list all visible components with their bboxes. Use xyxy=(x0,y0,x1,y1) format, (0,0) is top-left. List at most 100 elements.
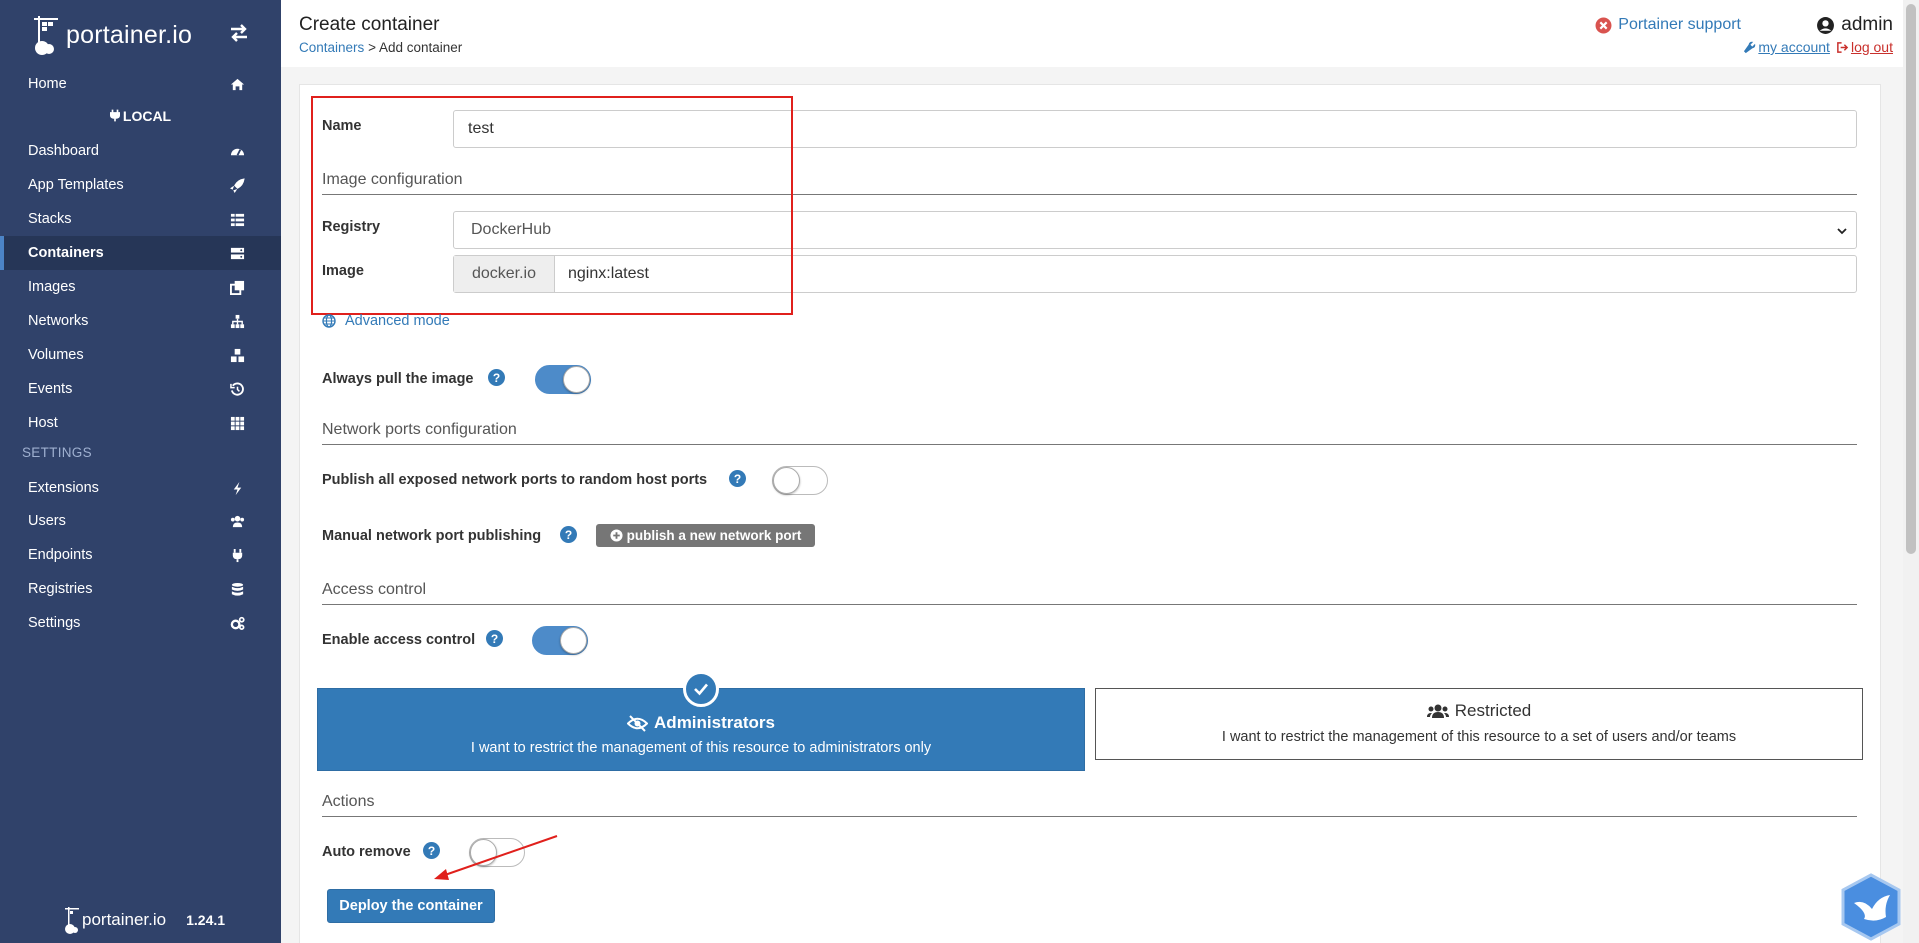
brand[interactable]: portainer.io xyxy=(28,10,192,60)
sidebar-item-images[interactable]: Images xyxy=(0,270,281,304)
toggle-knob xyxy=(563,366,590,393)
image-label: Image xyxy=(322,263,364,279)
toggle-knob xyxy=(773,467,800,494)
auto-remove-toggle[interactable] xyxy=(469,838,525,867)
breadcrumb-separator: > xyxy=(368,40,376,55)
bird-widget-icon[interactable] xyxy=(1840,873,1902,941)
registry-select[interactable]: DockerHub xyxy=(453,211,1857,249)
sidebar-item-label: Home xyxy=(28,76,67,92)
times-circle-icon xyxy=(1595,17,1612,33)
publish-all-toggle[interactable] xyxy=(772,466,828,495)
svg-text:?: ? xyxy=(565,528,572,542)
user-circle-icon xyxy=(1817,16,1835,34)
sidebar-item-label: Users xyxy=(28,513,66,529)
plug-icon xyxy=(109,109,120,122)
sidebar-item-endpoints[interactable]: Endpoints xyxy=(0,538,281,572)
plus-circle-icon xyxy=(610,529,623,542)
clone-icon xyxy=(230,280,245,295)
breadcrumb-current: Add container xyxy=(378,40,463,55)
image-registry-prefix: docker.io xyxy=(454,256,555,292)
globe-icon xyxy=(322,314,336,328)
publish-port-button[interactable]: publish a new network port xyxy=(596,524,815,547)
my-account-link[interactable]: my account xyxy=(1743,39,1830,55)
question-circle-icon[interactable]: ? xyxy=(486,630,503,647)
page-header: Create container Containers > Add contai… xyxy=(281,0,1903,67)
deploy-container-button[interactable]: Deploy the container xyxy=(327,889,495,923)
question-circle-icon[interactable]: ? xyxy=(488,369,505,386)
svg-text:?: ? xyxy=(491,632,498,646)
sidebar-item-networks[interactable]: Networks xyxy=(0,304,281,338)
sidebar-item-stacks[interactable]: Stacks xyxy=(0,202,281,236)
sidebar-item-label: Settings xyxy=(28,615,81,631)
sidebar-item-label: Extensions xyxy=(28,480,99,496)
svg-text:?: ? xyxy=(493,371,500,385)
cubes-icon xyxy=(230,348,245,363)
th-icon xyxy=(230,416,245,431)
create-container-form: Name test Image configuration Registry D… xyxy=(299,84,1881,943)
question-circle-icon[interactable]: ? xyxy=(423,842,440,859)
sidebar-item-extensions[interactable]: Extensions xyxy=(0,471,281,505)
settings-heading: SETTINGS xyxy=(22,445,92,460)
sidebar-item-label: Events xyxy=(28,381,73,397)
plug-icon xyxy=(232,548,243,563)
sidebar-item-dashboard[interactable]: Dashboard xyxy=(0,134,281,168)
network-ports-title: Network ports configuration xyxy=(322,421,1857,445)
sidebar-item-volumes[interactable]: Volumes xyxy=(0,338,281,372)
sidebar-item-label: Networks xyxy=(28,313,89,329)
enable-access-toggle[interactable] xyxy=(532,626,588,655)
sidebar-item-events[interactable]: Events xyxy=(0,372,281,406)
wrench-icon xyxy=(1744,41,1756,53)
administrators-title: Administrators xyxy=(318,713,1084,733)
cogs-icon xyxy=(230,616,245,630)
sidebar-item-app-templates[interactable]: App Templates xyxy=(0,168,281,202)
sidebar: portainer.io Home LOCAL Dashboard App Te… xyxy=(0,0,281,943)
page-scrollbar[interactable] xyxy=(1903,0,1919,943)
sidebar-item-label: Volumes xyxy=(28,347,84,363)
breadcrumb-containers-link[interactable]: Containers xyxy=(299,40,364,55)
registry-label: Registry xyxy=(322,219,381,235)
sidebar-item-label: Registries xyxy=(28,581,93,597)
scrollbar-thumb[interactable] xyxy=(1906,4,1916,554)
eye-slash-icon xyxy=(627,714,649,732)
image-input[interactable]: nginx:latest xyxy=(555,256,1856,292)
check-icon xyxy=(683,671,719,707)
name-label: Name xyxy=(322,118,362,134)
question-circle-icon[interactable]: ? xyxy=(560,526,577,543)
th-list-icon xyxy=(230,213,245,227)
sidebar-item-label: Containers xyxy=(28,245,104,261)
sidebar-item-home[interactable]: Home xyxy=(0,67,281,101)
user-display: admin xyxy=(1816,14,1893,36)
page-title: Create container xyxy=(299,14,440,35)
portainer-logo-icon xyxy=(34,16,58,55)
advanced-mode-link[interactable]: Advanced mode xyxy=(322,313,450,329)
always-pull-toggle[interactable] xyxy=(535,365,591,394)
support-label: Portainer support xyxy=(1618,16,1741,33)
environment-heading: LOCAL xyxy=(0,108,281,124)
restricted-option[interactable]: Restricted I want to restrict the manage… xyxy=(1095,688,1863,760)
sidebar-item-label: Host xyxy=(28,415,58,431)
sitemap-icon xyxy=(230,314,245,329)
users-icon xyxy=(1426,704,1449,718)
enable-access-label: Enable access control xyxy=(322,632,476,648)
header-links: my account log out xyxy=(1743,39,1893,55)
publish-all-label: Publish all exposed network ports to ran… xyxy=(322,472,708,488)
tachometer-icon xyxy=(230,148,245,156)
toggle-knob xyxy=(560,627,587,654)
name-input[interactable]: test xyxy=(453,110,1857,148)
sidebar-item-host[interactable]: Host xyxy=(0,406,281,440)
sidebar-item-registries[interactable]: Registries xyxy=(0,572,281,606)
svg-text:?: ? xyxy=(734,472,741,486)
log-out-link[interactable]: log out xyxy=(1836,39,1893,55)
portainer-support-link[interactable]: Portainer support xyxy=(1595,16,1741,34)
history-icon xyxy=(230,382,244,396)
sidebar-item-label: Endpoints xyxy=(28,547,93,563)
sidebar-item-settings[interactable]: Settings xyxy=(0,606,281,640)
question-circle-icon[interactable]: ? xyxy=(729,470,746,487)
exchange-icon[interactable] xyxy=(228,22,250,44)
manual-publish-label: Manual network port publishing xyxy=(322,528,542,544)
database-icon xyxy=(231,582,244,596)
sidebar-item-label: Stacks xyxy=(28,211,72,227)
home-icon xyxy=(230,78,245,91)
sidebar-item-users[interactable]: Users xyxy=(0,504,281,538)
sidebar-item-containers[interactable]: Containers xyxy=(0,236,281,270)
